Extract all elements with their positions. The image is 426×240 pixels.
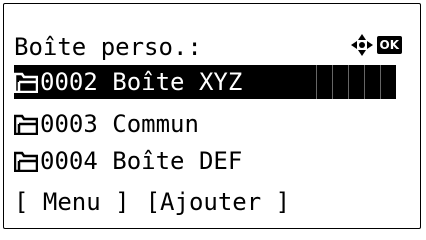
list-item-0004[interactable]: 0004 Boîte DEF <box>14 144 410 178</box>
display-frame: Boîte perso.: OK 0002 Boîte XYZ 0003 Com… <box>3 3 421 229</box>
ok-key-badge[interactable]: OK <box>376 36 402 54</box>
title-row: Boîte perso.: OK <box>14 30 410 64</box>
list-item-label: 0002 Boîte XYZ <box>40 68 243 96</box>
softkey-row: [ Menu ] [Ajouter ] <box>14 185 410 219</box>
folder-icon <box>14 151 38 172</box>
list-item-label: 0004 Boîte DEF <box>40 147 243 175</box>
list-item-0002[interactable]: 0002 Boîte XYZ <box>14 65 410 99</box>
list-item-0003[interactable]: 0003 Commun <box>14 107 410 141</box>
list-item-label: 0003 Commun <box>40 110 199 138</box>
four-way-arrow-icon <box>350 34 373 56</box>
screen-title: Boîte perso.: <box>14 33 202 61</box>
navigation-hint: OK <box>350 33 402 57</box>
folder-icon <box>14 114 38 135</box>
menu-softkey[interactable]: [ Menu ] <box>14 188 130 216</box>
folder-icon <box>14 72 38 93</box>
add-softkey[interactable]: [Ajouter ] <box>146 188 291 216</box>
